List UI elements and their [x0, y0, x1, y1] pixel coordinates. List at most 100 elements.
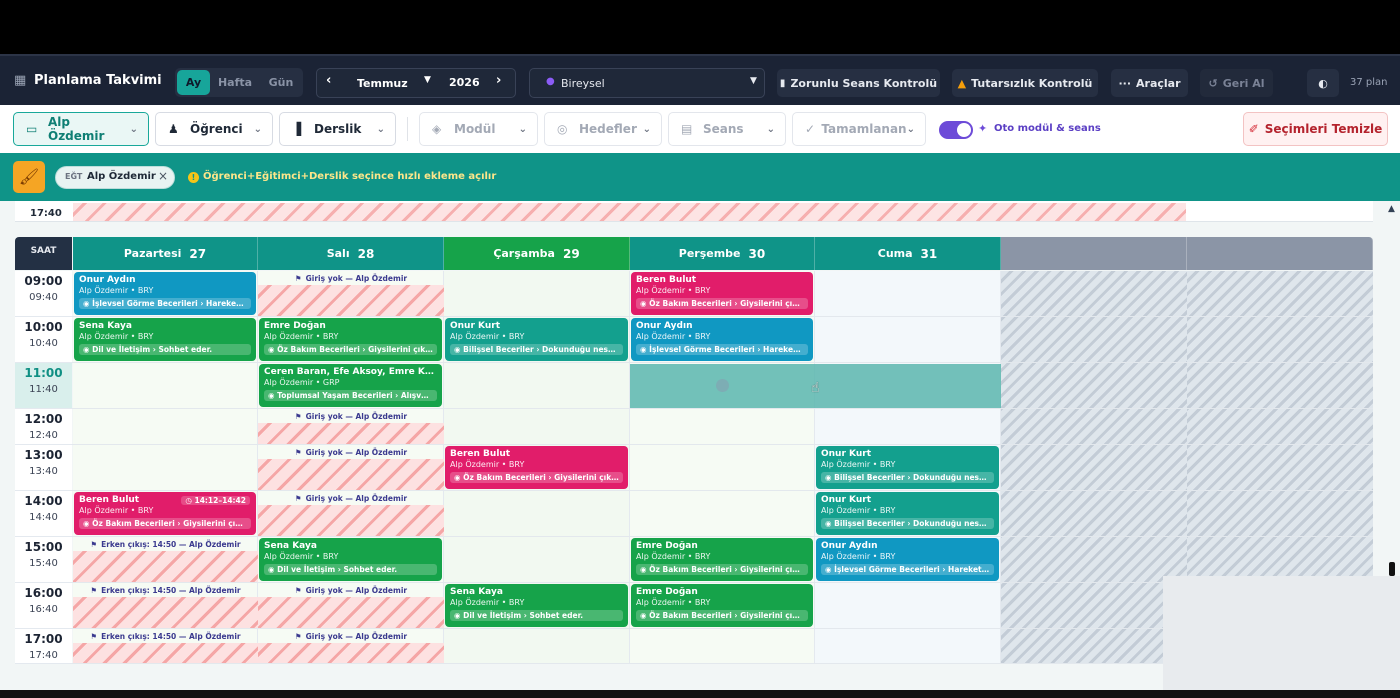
event-card[interactable]: Onur Kurt Alp Özdemir • BRY ◉ Bilişsel Bec… — [445, 318, 628, 361]
event-goal: ◉ Bilişsel Beceriler › Dokunduğu nesnele… — [821, 518, 994, 529]
grid-line — [15, 490, 1373, 491]
time-badge: ◷ 14:12–14:42 — [181, 496, 250, 505]
event-card[interactable]: Emre Doğan Alp Özdemir • BRY ◉ Öz Bakım Be… — [631, 584, 813, 627]
blocked-note: ⚑ Erken çıkış: 14:50 — Alp Özdemir — [73, 586, 258, 595]
event-goal: ◉ Bilişsel Beceriler › Dokunduğu nesnele… — [821, 472, 994, 483]
clipboard-icon: ▤ — [681, 122, 693, 136]
prev-week-blocked-cells — [73, 203, 1186, 221]
event-card[interactable]: Beren Bulut Alp Özdemir • BRY ◉ Öz Bakım B… — [631, 272, 813, 315]
filter-divider — [407, 117, 408, 141]
event-card[interactable]: Sena Kaya Alp Özdemir • BRY ◉ Dil ve İleti… — [445, 584, 628, 627]
event-student: Onur Kurt — [450, 321, 501, 331]
view-month-button[interactable]: Ay — [177, 70, 210, 95]
time-hour: 11:00 — [24, 366, 63, 380]
scrollbar-thumb[interactable] — [1389, 562, 1395, 576]
event-teacher: Alp Özdemir • BRY — [450, 598, 525, 607]
flag-icon: ⚑ — [294, 412, 302, 421]
filter-bar: ▭ Alp Özdemir ⌄ ♟ Öğrenci ⌄ ▐ Derslik ⌄ … — [0, 105, 1400, 153]
blocked-cell — [258, 505, 444, 536]
mandatory-session-check-button[interactable]: ▮ Zorunlu Seans Kontrolü — [777, 69, 940, 97]
next-month-button[interactable]: › — [496, 73, 501, 88]
tools-button[interactable]: ··· Araçlar — [1111, 69, 1188, 97]
blocked-cell — [258, 597, 444, 628]
calendar-icon: ▦ — [14, 73, 27, 88]
event-teacher: Alp Özdemir • BRY — [79, 506, 154, 515]
grid-line — [15, 362, 1373, 363]
auto-toggle[interactable] — [939, 121, 973, 139]
event-card[interactable]: Emre Doğan Alp Özdemir • BRY ◉ Öz Bakım Be… — [259, 318, 442, 361]
view-week-button[interactable]: Hafta — [213, 70, 257, 95]
day-header-monday[interactable]: Pazartesi 27 — [73, 237, 258, 270]
event-card[interactable]: Onur Kurt Alp Özdemir • BRY ◉ Bilişsel Bec… — [816, 492, 999, 535]
event-student: Emre Doğan — [636, 587, 698, 597]
day-header-tuesday[interactable]: Salı 28 — [258, 237, 444, 270]
day-header-thursday[interactable]: Perşembe 30 — [630, 237, 815, 270]
top-toolbar: ▦ Planlama Takvimi Ay Hafta Gün ‹ Temmuz… — [0, 54, 1400, 105]
event-student: Sena Kaya — [264, 541, 317, 551]
chevron-down-icon: ⌄ — [906, 123, 915, 135]
theme-toggle-button[interactable]: ◐ — [1307, 69, 1339, 97]
event-card[interactable]: Ceren Baran, Efe Aksoy, Emre Kar... Alp Ö… — [259, 364, 442, 407]
event-card[interactable]: Sena Kaya Alp Özdemir • BRY ◉ Dil ve İleti… — [259, 538, 442, 581]
view-day-button[interactable]: Gün — [262, 70, 300, 95]
room-filter[interactable]: ▐ Derslik ⌄ — [279, 112, 396, 146]
close-icon[interactable]: × — [158, 169, 168, 183]
event-teacher: Alp Özdemir • BRY — [636, 598, 711, 607]
event-teacher: Alp Özdemir • BRY — [821, 460, 896, 469]
event-student: Beren Bulut — [450, 449, 511, 459]
time-hour: 13:00 — [24, 448, 63, 462]
day-header-sunday — [1187, 237, 1373, 270]
event-teacher: Alp Özdemir • GRP — [264, 378, 340, 387]
brush-button[interactable]: 🖌 — [13, 161, 45, 193]
weekend-column-saturday — [1001, 271, 1187, 664]
info-icon: ! — [188, 172, 199, 183]
time-hour: 14:00 — [24, 494, 63, 508]
event-card[interactable]: Sena Kaya Alp Özdemir • BRY ◉ Dil ve İleti… — [74, 318, 256, 361]
module-filter[interactable]: ◈ Modül ⌄ — [419, 112, 538, 146]
event-teacher: Alp Özdemir • BRY — [79, 332, 154, 341]
time-hour: 17:00 — [24, 632, 63, 646]
time-slot: 14:00 14:40 — [15, 491, 72, 537]
event-teacher: Alp Özdemir • BRY — [264, 332, 339, 341]
flag-icon: ⚑ — [90, 632, 98, 641]
event-goal: ◉ Öz Bakım Becerileri › Giysilerini çıka… — [450, 472, 623, 483]
event-card[interactable]: Onur Aydın Alp Özdemir • BRY ◉ İşlevsel Gö… — [631, 318, 813, 361]
clear-selections-button[interactable]: ✐ Seçimleri Temizle — [1243, 112, 1388, 146]
event-card[interactable]: Beren Bulut Alp Özdemir • BRY ◉ Öz Bakım B… — [445, 446, 628, 489]
add-slot-icon[interactable] — [716, 379, 729, 392]
event-card[interactable]: Onur Aydın Alp Özdemir • BRY ◉ İşlevsel Gö… — [816, 538, 999, 581]
day-header-friday[interactable]: Cuma 31 — [815, 237, 1001, 270]
event-card[interactable]: Onur Kurt Alp Özdemir • BRY ◉ Bilişsel Bec… — [816, 446, 999, 489]
hour-column-header: SAAT — [15, 237, 72, 270]
time-hour: 12:00 — [24, 412, 63, 426]
undo-button[interactable]: ↺ Geri Al — [1200, 69, 1273, 97]
year-label[interactable]: 2026 — [449, 76, 480, 89]
prev-month-button[interactable]: ‹ — [326, 73, 331, 88]
chevron-down-icon: ⌄ — [253, 123, 262, 135]
chevron-down-icon: ▼ — [750, 76, 757, 86]
chevron-down-icon: ⌄ — [129, 123, 138, 135]
event-student: Onur Aydın — [79, 275, 136, 285]
blocked-note: ⚑ Giriş yok — Alp Özdemir — [258, 274, 444, 283]
goals-filter[interactable]: ◎ Hedefler ⌄ — [544, 112, 662, 146]
grid-line — [15, 408, 1373, 409]
completed-filter[interactable]: ✓ Tamamlanan ⌄ — [792, 112, 926, 146]
note-text: Giriş yok — Alp Özdemir — [305, 274, 408, 283]
event-card[interactable]: Beren Bulut Alp Özdemir • BRY ◉ Öz Bakım B… — [74, 492, 256, 535]
event-teacher: Alp Özdemir • BRY — [821, 552, 896, 561]
teacher-filter[interactable]: ▭ Alp Özdemir ⌄ — [13, 112, 149, 146]
day-header-wednesday[interactable]: Çarşamba 29 — [444, 237, 630, 270]
month-label[interactable]: Temmuz — [357, 77, 408, 90]
check-icon: ✓ — [805, 122, 816, 136]
inconsistency-check-button[interactable]: ▲ Tutarsızlık Kontrolü — [952, 69, 1098, 97]
student-filter[interactable]: ♟ Öğrenci ⌄ — [155, 112, 273, 146]
chevron-down-icon[interactable]: ▼ — [424, 75, 431, 85]
flag-icon: ⚑ — [90, 540, 98, 549]
session-filter[interactable]: ▤ Seans ⌄ — [668, 112, 786, 146]
event-card[interactable]: Onur Aydın Alp Özdemir • BRY ◉ İşlevsel Gö… — [74, 272, 256, 315]
window-bottom-bar — [0, 690, 1400, 698]
clipboard-icon: ▮ — [779, 77, 786, 89]
scroll-up-icon[interactable]: ▲ — [1388, 204, 1395, 214]
event-card[interactable]: Emre Doğan Alp Özdemir • BRY ◉ Öz Bakım Be… — [631, 538, 813, 581]
door-icon: ▐ — [292, 122, 302, 136]
